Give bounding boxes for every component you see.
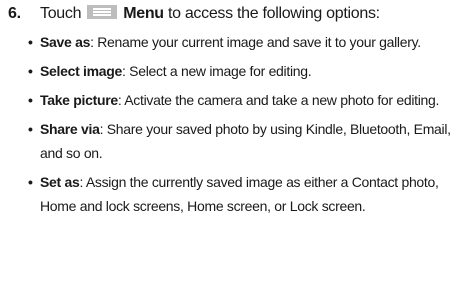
bullet: • [28, 174, 33, 190]
list-item: • Share via: Share your saved photo by us… [28, 117, 453, 165]
bullet: • [28, 121, 33, 137]
instruction-step: 6. Touch Menu to access the following opt… [8, 2, 464, 26]
list-item: • Save as: Rename your current image and … [28, 30, 453, 54]
option-term: Save as [40, 34, 91, 50]
menu-label: Menu [123, 5, 164, 22]
step-suffix: to access the following options: [167, 5, 380, 22]
option-term: Share via [40, 121, 100, 137]
step-number: 6. [8, 5, 21, 22]
bullet: • [28, 92, 33, 108]
option-term: Select image [40, 63, 122, 79]
option-term: Set as [40, 174, 80, 190]
option-description: : Rename your current image and save it … [90, 34, 421, 50]
list-item: • Set as: Assign the currently saved imag… [28, 170, 453, 218]
list-item: • Take picture: Activate the camera and t… [28, 88, 453, 112]
option-description: : Assign the currently saved image as ei… [40, 174, 439, 214]
step-text: Touch Menu to access the following option… [40, 2, 380, 26]
menu-icon [87, 5, 118, 19]
option-term: Take picture [40, 92, 118, 108]
option-description: : Activate the camera and take a new pho… [117, 92, 440, 108]
bullet: • [28, 34, 33, 50]
options-list: • Save as: Rename your current image and … [28, 30, 453, 223]
option-description: : Share your saved photo by using Kindle… [40, 121, 451, 161]
option-description: : Select a new image for editing. [122, 63, 312, 79]
list-item: • Select image: Select a new image for ed… [28, 59, 453, 83]
bullet: • [28, 63, 33, 79]
step-prefix: Touch [40, 5, 82, 22]
step-heading: 6. Touch Menu to access the following opt… [8, 2, 464, 26]
